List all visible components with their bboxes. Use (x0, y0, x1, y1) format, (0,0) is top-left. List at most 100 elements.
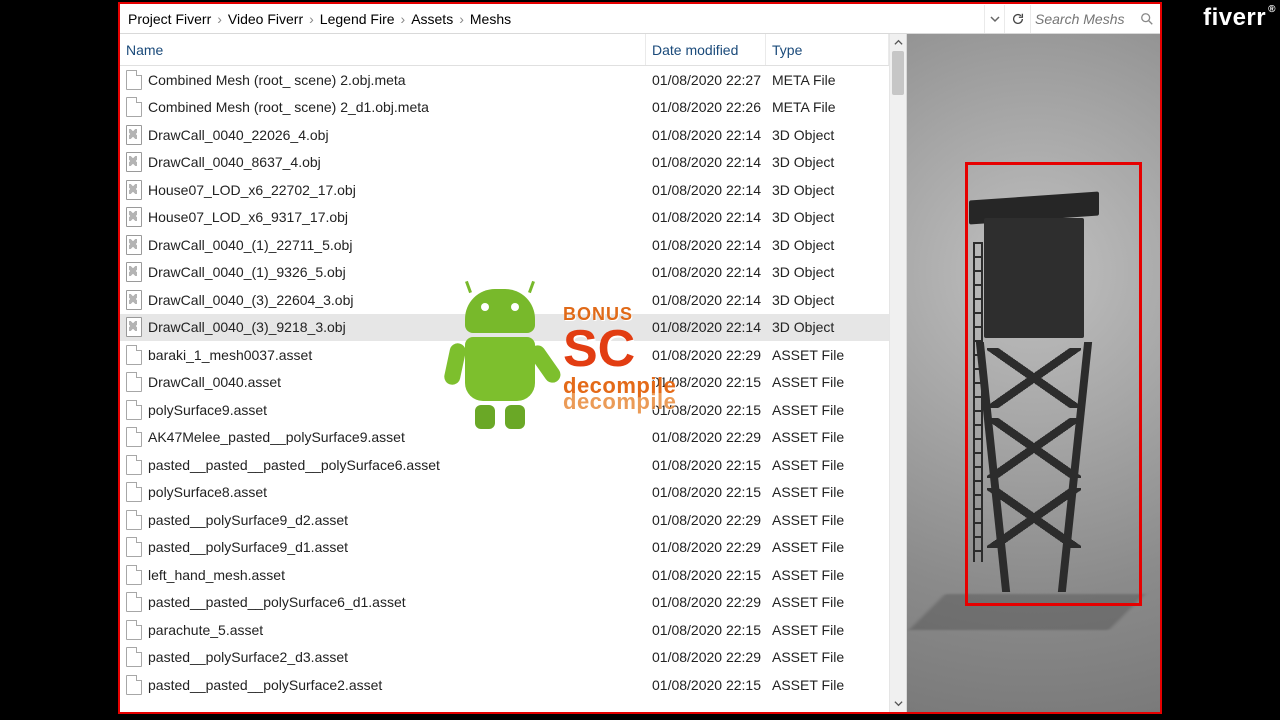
file-name: DrawCall_0040.asset (148, 374, 281, 390)
table-row[interactable]: baraki_1_mesh0037.asset01/08/2020 22:29A… (120, 341, 889, 369)
table-row[interactable]: DrawCall_0040_22026_4.obj01/08/2020 22:1… (120, 121, 889, 149)
search-box[interactable] (1030, 5, 1160, 33)
cell-type: ASSET File (766, 429, 889, 445)
table-row[interactable]: pasted__pasted__polySurface2.asset01/08/… (120, 671, 889, 699)
refresh-button[interactable] (1004, 5, 1030, 33)
generic-file-icon (126, 70, 142, 90)
cell-name: polySurface9.asset (120, 400, 646, 420)
file-name: DrawCall_0040_22026_4.obj (148, 127, 329, 143)
cell-name: pasted__pasted__polySurface6_d1.asset (120, 592, 646, 612)
3d-object-file-icon (126, 125, 142, 145)
cell-type: 3D Object (766, 237, 889, 253)
scroll-track[interactable] (890, 51, 906, 695)
table-row[interactable]: pasted__pasted__polySurface6_d1.asset01/… (120, 589, 889, 617)
scroll-down-button[interactable] (890, 695, 906, 712)
column-headers: Name Date modified Type (120, 34, 889, 66)
3d-object-file-icon (126, 207, 142, 227)
file-rows: Combined Mesh (root_ scene) 2.obj.meta 01… (120, 66, 889, 712)
cell-type: 3D Object (766, 319, 889, 335)
table-row[interactable]: pasted__polySurface9_d2.asset01/08/2020 … (120, 506, 889, 534)
breadcrumb-item[interactable]: Meshs (466, 7, 515, 31)
table-row[interactable]: left_hand_mesh.asset01/08/2020 22:15ASSE… (120, 561, 889, 589)
column-date-modified[interactable]: Date modified (646, 34, 766, 65)
file-name: pasted__polySurface2_d3.asset (148, 649, 348, 665)
generic-file-icon (126, 620, 142, 640)
3d-object-file-icon (126, 290, 142, 310)
breadcrumb-item[interactable]: Video Fiverr (224, 7, 307, 31)
cell-name: DrawCall_0040_8637_4.obj (120, 152, 646, 172)
table-row[interactable]: House07_LOD_x6_9317_17.obj01/08/2020 22:… (120, 204, 889, 232)
cell-name: DrawCall_0040.asset (120, 372, 646, 392)
cell-name: Combined Mesh (root_ scene) 2_d1.obj.met… (120, 97, 646, 117)
table-row[interactable]: parachute_5.asset01/08/2020 22:15ASSET F… (120, 616, 889, 644)
cell-date: 01/08/2020 22:29 (646, 429, 766, 445)
table-row[interactable]: Combined Mesh (root_ scene) 2.obj.meta01… (120, 66, 889, 94)
chevron-right-icon: › (399, 11, 408, 27)
search-input[interactable] (1035, 11, 1156, 27)
table-row[interactable]: polySurface8.asset01/08/2020 22:15ASSET … (120, 479, 889, 507)
preview-pane (906, 34, 1160, 712)
cell-type: ASSET File (766, 594, 889, 610)
table-row[interactable]: AK47Melee_pasted__polySurface9.asset01/0… (120, 424, 889, 452)
table-row[interactable]: pasted__polySurface9_d1.asset01/08/2020 … (120, 534, 889, 562)
breadcrumb-item[interactable]: Assets (407, 7, 457, 31)
cell-type: 3D Object (766, 209, 889, 225)
table-row[interactable]: pasted__polySurface2_d3.asset01/08/2020 … (120, 644, 889, 672)
generic-file-icon (126, 345, 142, 365)
table-row[interactable]: DrawCall_0040_(1)_9326_5.obj01/08/2020 2… (120, 259, 889, 287)
table-row[interactable]: DrawCall_0040_(3)_22604_3.obj01/08/2020 … (120, 286, 889, 314)
scroll-up-button[interactable] (890, 34, 906, 51)
cell-name: Combined Mesh (root_ scene) 2.obj.meta (120, 70, 646, 90)
scroll-thumb[interactable] (892, 51, 904, 95)
fiverr-logo: fiverr® (1203, 4, 1276, 32)
file-name: left_hand_mesh.asset (148, 567, 285, 583)
breadcrumb[interactable]: Project Fiverr›Video Fiverr›Legend Fire›… (120, 7, 984, 31)
table-row[interactable]: Combined Mesh (root_ scene) 2_d1.obj.met… (120, 94, 889, 122)
file-name: pasted__pasted__polySurface6_d1.asset (148, 594, 406, 610)
table-row[interactable]: DrawCall_0040.asset01/08/2020 22:15ASSET… (120, 369, 889, 397)
generic-file-icon (126, 647, 142, 667)
breadcrumb-item[interactable]: Project Fiverr (124, 7, 215, 31)
file-name: Combined Mesh (root_ scene) 2.obj.meta (148, 72, 406, 88)
cell-date: 01/08/2020 22:15 (646, 484, 766, 500)
chevron-right-icon: › (215, 11, 224, 27)
3d-object-file-icon (126, 235, 142, 255)
table-row[interactable]: polySurface9.asset01/08/2020 22:15ASSET … (120, 396, 889, 424)
cell-date: 01/08/2020 22:14 (646, 292, 766, 308)
cell-name: pasted__polySurface2_d3.asset (120, 647, 646, 667)
breadcrumb-history-dropdown[interactable] (984, 5, 1004, 33)
file-name: DrawCall_0040_(1)_9326_5.obj (148, 264, 346, 280)
chevron-up-icon (894, 38, 903, 47)
cell-date: 01/08/2020 22:29 (646, 539, 766, 555)
table-row[interactable]: DrawCall_0040_8637_4.obj01/08/2020 22:14… (120, 149, 889, 177)
cell-date: 01/08/2020 22:15 (646, 677, 766, 693)
chevron-down-icon (990, 14, 1000, 24)
column-name[interactable]: Name (120, 34, 646, 65)
cell-date: 01/08/2020 22:15 (646, 457, 766, 473)
cell-type: 3D Object (766, 154, 889, 170)
file-name: polySurface9.asset (148, 402, 267, 418)
generic-file-icon (126, 372, 142, 392)
column-type[interactable]: Type (766, 34, 889, 65)
explorer-window: Project Fiverr›Video Fiverr›Legend Fire›… (118, 2, 1162, 714)
3d-object-file-icon (126, 317, 142, 337)
file-name: parachute_5.asset (148, 622, 263, 638)
cell-type: META File (766, 72, 889, 88)
cell-type: ASSET File (766, 347, 889, 363)
file-name: DrawCall_0040_(1)_22711_5.obj (148, 237, 352, 253)
cell-type: 3D Object (766, 127, 889, 143)
table-row[interactable]: DrawCall_0040_(3)_9218_3.obj01/08/2020 2… (120, 314, 889, 342)
table-row[interactable]: DrawCall_0040_(1)_22711_5.obj01/08/2020 … (120, 231, 889, 259)
generic-file-icon (126, 592, 142, 612)
vertical-scrollbar[interactable] (889, 34, 906, 712)
file-list: Name Date modified Type Combined Mesh (r… (120, 34, 889, 712)
preview-highlight-frame (965, 162, 1142, 606)
cell-name: parachute_5.asset (120, 620, 646, 640)
table-row[interactable]: pasted__pasted__pasted__polySurface6.ass… (120, 451, 889, 479)
table-row[interactable]: House07_LOD_x6_22702_17.obj01/08/2020 22… (120, 176, 889, 204)
cell-date: 01/08/2020 22:15 (646, 374, 766, 390)
breadcrumb-item[interactable]: Legend Fire (316, 7, 399, 31)
file-name: DrawCall_0040_(3)_9218_3.obj (148, 319, 346, 335)
cell-name: DrawCall_0040_(3)_22604_3.obj (120, 290, 646, 310)
file-name: pasted__polySurface9_d2.asset (148, 512, 348, 528)
